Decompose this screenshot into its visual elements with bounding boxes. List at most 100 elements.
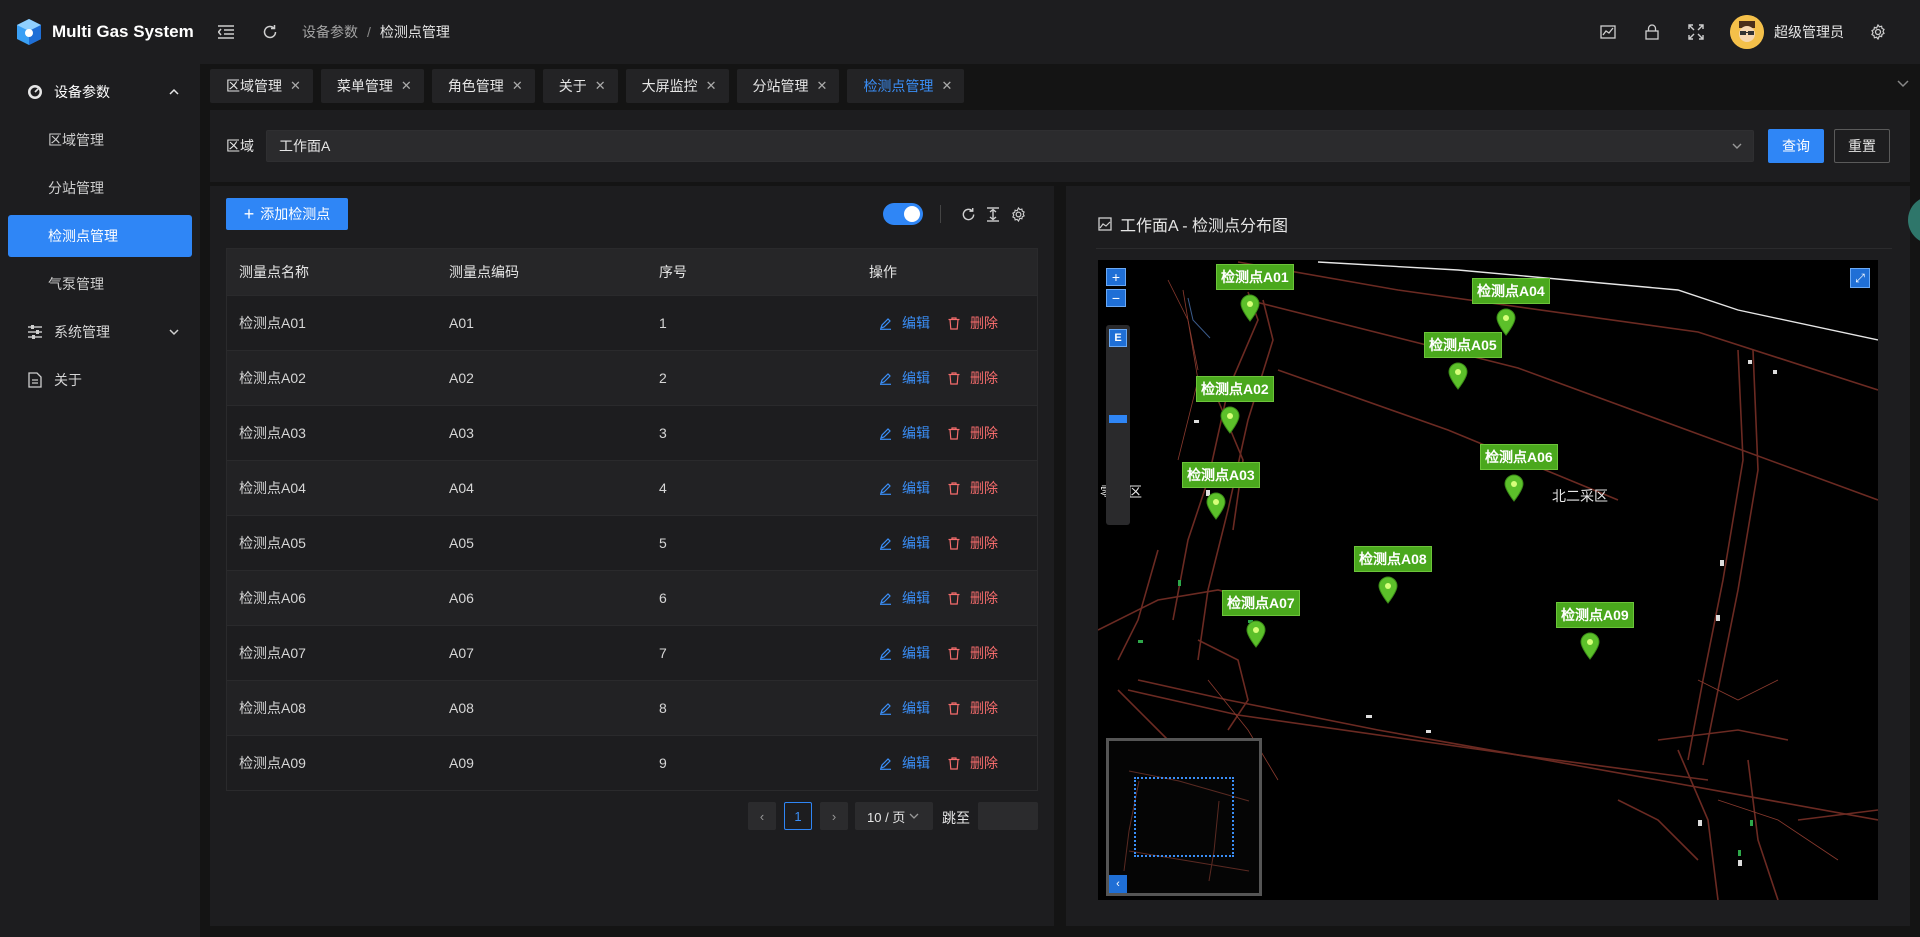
menu-fold-icon[interactable] bbox=[216, 22, 236, 42]
layer-switch-button[interactable]: E bbox=[1109, 329, 1127, 347]
page-jump-input[interactable] bbox=[978, 802, 1038, 830]
avatar[interactable] bbox=[1730, 15, 1764, 49]
tab-role[interactable]: 角色管理 ✕ bbox=[431, 69, 535, 103]
close-icon[interactable]: ✕ bbox=[595, 78, 606, 94]
chevron-down-icon[interactable] bbox=[1896, 76, 1910, 93]
delete-button[interactable]: 删除 bbox=[948, 753, 998, 773]
settings-gear-icon[interactable] bbox=[1009, 205, 1027, 223]
map-marker-label: 检测点A04 bbox=[1472, 278, 1550, 304]
sidebar-item-substation[interactable]: 分站管理 bbox=[0, 164, 200, 212]
close-icon[interactable]: ✕ bbox=[941, 78, 952, 94]
cell-seq: 7 bbox=[659, 645, 667, 661]
column-height-icon[interactable] bbox=[984, 205, 1002, 223]
edit-button[interactable]: 编辑 bbox=[879, 423, 930, 443]
tab-about[interactable]: 关于 ✕ bbox=[542, 69, 618, 103]
trash-icon bbox=[948, 646, 965, 660]
edit-label: 编辑 bbox=[902, 425, 930, 441]
sidebar-group-label: 系统管理 bbox=[54, 324, 110, 340]
area-filter-label: 区域 bbox=[226, 138, 254, 154]
cell-name: 检测点A04 bbox=[239, 480, 306, 496]
tab-label: 菜单管理 bbox=[336, 78, 393, 94]
edit-button[interactable]: 编辑 bbox=[879, 478, 930, 498]
page-number-current[interactable]: 1 bbox=[784, 802, 812, 830]
edit-icon bbox=[879, 317, 897, 330]
add-checkpoint-button[interactable]: + 添加检测点 bbox=[226, 198, 348, 230]
refresh-icon[interactable] bbox=[959, 205, 977, 223]
sidebar-item-about[interactable]: 关于 bbox=[0, 356, 200, 404]
delete-button[interactable]: 删除 bbox=[948, 698, 998, 718]
delete-button[interactable]: 删除 bbox=[948, 643, 998, 663]
breadcrumb-item[interactable]: 设备参数 bbox=[302, 22, 358, 42]
tab-substation[interactable]: 分站管理 ✕ bbox=[736, 69, 840, 103]
edit-button[interactable]: 编辑 bbox=[879, 313, 930, 333]
table-row: 检测点A09 A09 9 编辑 删除 bbox=[227, 735, 1037, 790]
lock-icon[interactable] bbox=[1642, 22, 1662, 42]
cell-name: 检测点A05 bbox=[239, 535, 306, 551]
edit-icon bbox=[879, 372, 897, 385]
cell-seq: 1 bbox=[659, 315, 667, 331]
zoom-slider-handle[interactable] bbox=[1109, 415, 1127, 423]
overview-viewport[interactable] bbox=[1134, 777, 1234, 857]
edit-button[interactable]: 编辑 bbox=[879, 698, 930, 718]
view-toggle-switch[interactable] bbox=[883, 203, 923, 225]
tab-checkpoint[interactable]: 检测点管理 ✕ bbox=[847, 69, 965, 103]
map-pin-icon bbox=[1220, 406, 1240, 437]
column-header-seq: 序号 bbox=[659, 264, 687, 280]
zoom-slider[interactable]: E bbox=[1106, 325, 1130, 525]
map-marker-label: 检测点A05 bbox=[1424, 332, 1502, 358]
zoom-out-button[interactable]: − bbox=[1106, 289, 1126, 307]
collapse-overview-button[interactable]: ‹ bbox=[1109, 875, 1127, 893]
map-marker-label: 检测点A02 bbox=[1196, 376, 1274, 402]
edit-icon bbox=[879, 427, 897, 440]
delete-button[interactable]: 删除 bbox=[948, 533, 998, 553]
delete-label: 删除 bbox=[970, 755, 998, 771]
zoom-in-button[interactable]: + bbox=[1106, 268, 1126, 286]
fullscreen-icon[interactable] bbox=[1686, 22, 1706, 42]
chart-icon[interactable] bbox=[1598, 22, 1618, 42]
sidebar-group-device-params[interactable]: 设备参数 bbox=[0, 68, 200, 116]
delete-button[interactable]: 删除 bbox=[948, 368, 998, 388]
close-icon[interactable]: ✕ bbox=[817, 78, 828, 94]
map-panel-header: 工作面A - 检测点分布图 bbox=[1098, 212, 1288, 236]
edit-button[interactable]: 编辑 bbox=[879, 533, 930, 553]
tab-area[interactable]: 区域管理 ✕ bbox=[210, 69, 313, 103]
refresh-icon[interactable] bbox=[260, 22, 280, 42]
next-page-button[interactable]: › bbox=[820, 802, 848, 830]
cell-code: A04 bbox=[449, 480, 474, 496]
tab-bigscreen[interactable]: 大屏监控 ✕ bbox=[625, 69, 729, 103]
username[interactable]: 超级管理员 bbox=[1774, 22, 1844, 42]
delete-button[interactable]: 删除 bbox=[948, 423, 998, 443]
close-icon[interactable]: ✕ bbox=[290, 78, 301, 94]
sidebar-item-airpump[interactable]: 气泵管理 bbox=[0, 260, 200, 308]
edit-button[interactable]: 编辑 bbox=[879, 753, 930, 773]
cell-code: A06 bbox=[449, 590, 474, 606]
settings-gear-icon[interactable] bbox=[1868, 22, 1888, 42]
close-icon[interactable]: ✕ bbox=[706, 78, 717, 94]
tab-menu[interactable]: 菜单管理 ✕ bbox=[320, 69, 424, 103]
sidebar-item-area[interactable]: 区域管理 bbox=[0, 116, 200, 164]
delete-label: 删除 bbox=[970, 590, 998, 606]
column-header-actions: 操作 bbox=[869, 264, 897, 280]
close-icon[interactable]: ✕ bbox=[512, 78, 523, 94]
cell-name: 检测点A03 bbox=[239, 425, 306, 441]
edit-button[interactable]: 编辑 bbox=[879, 588, 930, 608]
delete-button[interactable]: 删除 bbox=[948, 478, 998, 498]
mine-map[interactable]: 零采区 北二采区 + − E ⤢ ‹ 检测点A01 bbox=[1098, 260, 1878, 900]
query-button[interactable]: 查询 bbox=[1768, 129, 1824, 163]
map-overview[interactable]: ‹ bbox=[1106, 738, 1262, 896]
logo[interactable]: Multi Gas System bbox=[0, 17, 200, 47]
close-icon[interactable]: ✕ bbox=[401, 78, 412, 94]
trash-icon bbox=[948, 371, 965, 385]
expand-icon[interactable]: ⤢ bbox=[1850, 268, 1870, 288]
sidebar-item-checkpoint[interactable]: 检测点管理 bbox=[8, 215, 192, 257]
page-size-select[interactable]: 10 / 页 bbox=[855, 802, 933, 830]
delete-button[interactable]: 删除 bbox=[948, 313, 998, 333]
edit-button[interactable]: 编辑 bbox=[879, 368, 930, 388]
sidebar-item-label: 关于 bbox=[54, 372, 82, 388]
delete-button[interactable]: 删除 bbox=[948, 588, 998, 608]
reset-button[interactable]: 重置 bbox=[1834, 129, 1890, 163]
prev-page-button[interactable]: ‹ bbox=[748, 802, 776, 830]
sidebar-group-system[interactable]: 系统管理 bbox=[0, 308, 200, 356]
area-select[interactable]: 工作面A bbox=[266, 130, 1754, 162]
edit-button[interactable]: 编辑 bbox=[879, 643, 930, 663]
